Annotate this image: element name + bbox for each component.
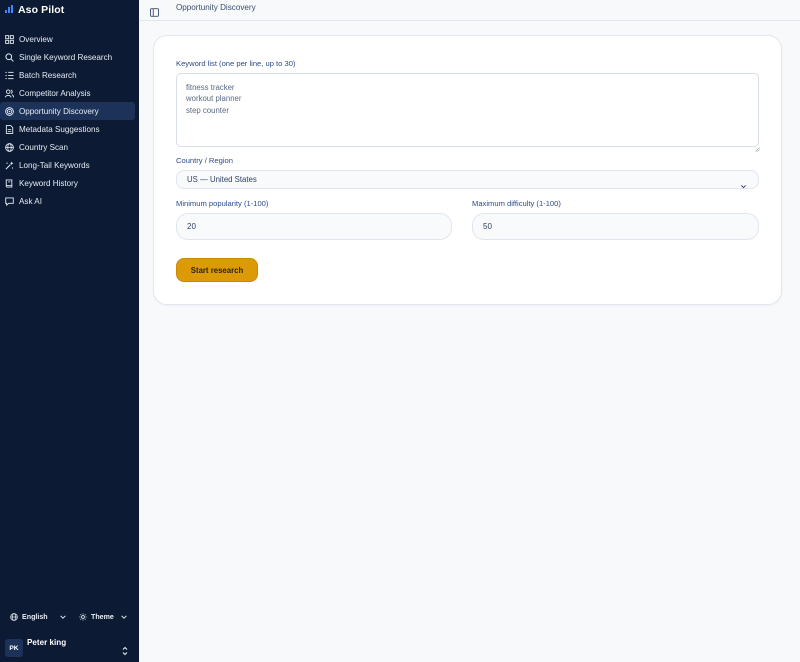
document-icon xyxy=(5,124,14,134)
chevron-down-icon xyxy=(740,177,747,189)
app-name: Aso Pilot xyxy=(18,4,65,16)
user-menu[interactable]: PK Peter king xyxy=(5,638,133,658)
theme-label: Theme xyxy=(91,613,114,621)
globe-icon xyxy=(10,608,18,626)
chevrons-up-down-icon xyxy=(121,643,129,656)
keyword-list-label: Keyword list (one per line, up to 30) xyxy=(176,59,296,68)
keyword-list-textarea[interactable]: fitness tracker workout planner step cou… xyxy=(176,73,759,147)
target-icon xyxy=(5,106,14,116)
language-select[interactable]: English xyxy=(10,609,67,625)
start-research-button[interactable]: Start research xyxy=(176,258,258,282)
sidebar-item-opportunity-discovery[interactable]: Opportunity Discovery xyxy=(0,102,135,120)
sidebar-item-label: Competitor Analysis xyxy=(19,88,91,98)
brand[interactable]: Aso Pilot xyxy=(4,3,64,17)
sparkle-icon xyxy=(5,161,14,170)
sidebar-item-competitor-analysis[interactable]: Competitor Analysis xyxy=(0,84,139,102)
sidebar-item-ask-ai[interactable]: Ask AI xyxy=(0,192,139,210)
sidebar-item-label: Country Scan xyxy=(19,142,69,152)
min-popularity-label: Minimum popularity (1-100) xyxy=(176,199,269,208)
top-bar: Opportunity Discovery xyxy=(139,0,800,21)
sidebar-item-batch-research[interactable]: Batch Research xyxy=(0,66,139,84)
list-icon xyxy=(5,71,14,80)
language-label: English xyxy=(22,613,48,621)
sidebar-item-label: Long-Tail Keywords xyxy=(19,160,90,170)
theme-select[interactable]: Theme xyxy=(79,609,128,625)
globe-icon xyxy=(5,142,14,152)
research-form-card: Keyword list (one per line, up to 30) fi… xyxy=(153,35,782,305)
chevron-down-icon xyxy=(120,608,128,626)
search-icon xyxy=(5,52,14,62)
book-icon xyxy=(5,178,14,188)
sidebar-footer: English Theme xyxy=(0,609,139,625)
user-name: Peter king xyxy=(27,638,67,647)
chevron-down-icon xyxy=(59,608,67,626)
sidebar-nav: Overview Single Keyword Research Batch R… xyxy=(0,30,139,210)
avatar: PK xyxy=(5,639,23,657)
resize-handle-icon[interactable] xyxy=(755,139,760,152)
sidebar-item-label: Ask AI xyxy=(19,196,42,206)
sidebar-item-metadata-suggestions[interactable]: Metadata Suggestions xyxy=(0,120,139,138)
sidebar-item-label: Batch Research xyxy=(19,70,77,80)
sun-icon xyxy=(79,608,87,626)
country-region-select[interactable]: US — United States xyxy=(176,170,759,189)
grid-icon xyxy=(5,34,14,44)
sidebar-item-keyword-history[interactable]: Keyword History xyxy=(0,174,139,192)
sidebar-item-label: Opportunity Discovery xyxy=(19,106,99,116)
sidebar-toggle-icon[interactable] xyxy=(150,4,159,17)
max-difficulty-label: Maximum difficulty (1-100) xyxy=(472,199,561,208)
sidebar-item-long-tail-keywords[interactable]: Long-Tail Keywords xyxy=(0,156,139,174)
sidebar-item-label: Single Keyword Research xyxy=(19,52,113,62)
max-difficulty-input[interactable]: 50 xyxy=(472,213,759,240)
sidebar-item-label: Metadata Suggestions xyxy=(19,124,100,134)
start-research-label: Start research xyxy=(190,265,244,275)
min-popularity-input[interactable]: 20 xyxy=(176,213,452,240)
page-title: Opportunity Discovery xyxy=(176,3,256,12)
sidebar: Aso Pilot Overview Single Keyword Resear… xyxy=(0,0,139,662)
chat-icon xyxy=(5,196,14,206)
country-region-value: US — United States xyxy=(187,175,257,184)
users-icon xyxy=(5,88,14,98)
bar-chart-icon xyxy=(4,1,15,19)
country-region-label: Country / Region xyxy=(176,156,233,165)
sidebar-item-single-keyword-research[interactable]: Single Keyword Research xyxy=(0,48,139,66)
sidebar-item-label: Overview xyxy=(19,34,53,44)
sidebar-item-country-scan[interactable]: Country Scan xyxy=(0,138,139,156)
sidebar-item-label: Keyword History xyxy=(19,178,78,188)
sidebar-item-overview[interactable]: Overview xyxy=(0,30,139,48)
